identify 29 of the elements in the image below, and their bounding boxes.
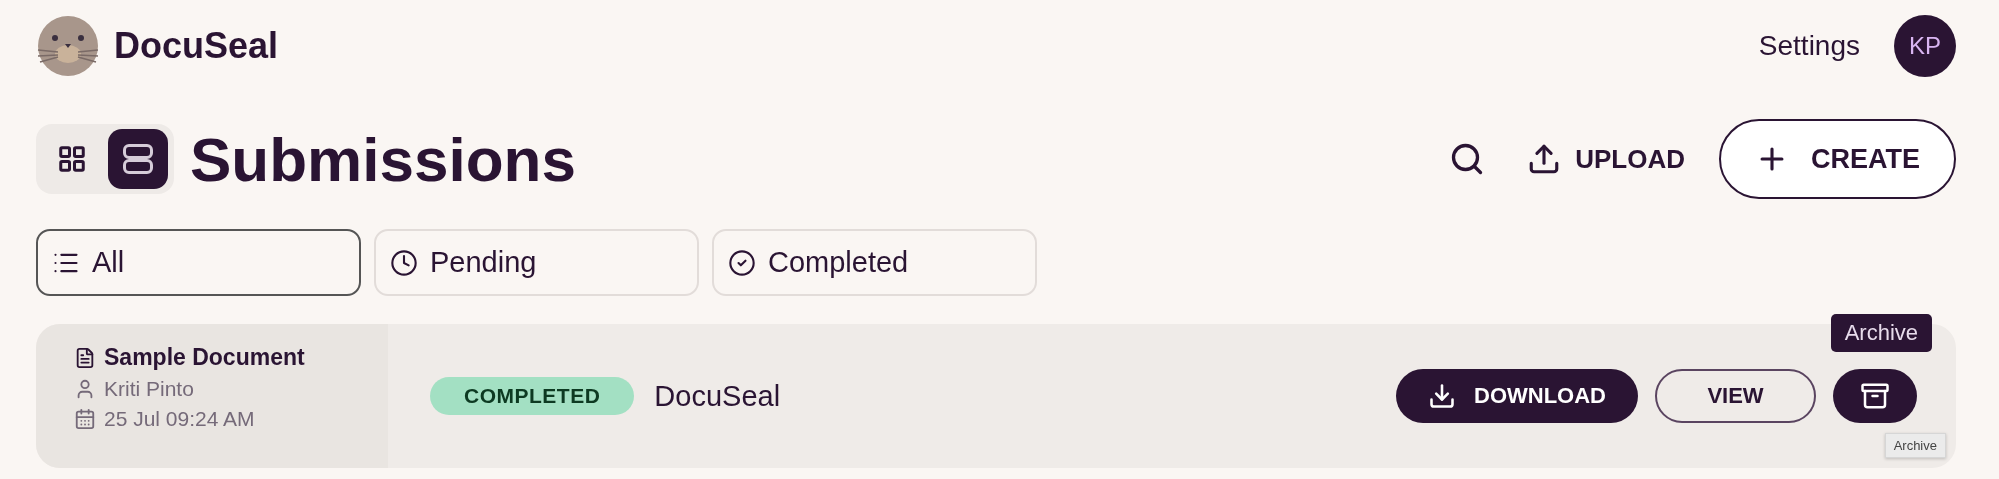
archive-icon	[1860, 381, 1890, 411]
create-button[interactable]: CREATE	[1719, 119, 1956, 199]
rows-icon	[120, 141, 156, 177]
status-badge: COMPLETED	[430, 377, 635, 415]
tooltip: Archive	[1830, 314, 1932, 352]
brand-name: DocuSeal	[114, 25, 279, 67]
page-title: Submissions	[190, 123, 576, 195]
download-button[interactable]: DOWNLOAD	[1396, 369, 1638, 423]
grid-icon	[57, 144, 87, 174]
calendar-icon	[74, 408, 96, 430]
document-icon	[74, 346, 96, 369]
list-view-button[interactable]	[108, 129, 168, 189]
submission-name: DocuSeal	[654, 379, 781, 413]
check-circle-icon	[728, 248, 756, 277]
user-avatar[interactable]: KP	[1894, 15, 1956, 77]
submitter-name: Kriti Pinto	[104, 377, 194, 401]
seal-logo-icon	[36, 14, 100, 78]
submission-date: 25 Jul 09:24 AM	[104, 407, 255, 431]
settings-link[interactable]: Settings	[1758, 30, 1860, 62]
view-button[interactable]: VIEW	[1655, 369, 1816, 423]
document-name[interactable]: Sample Document	[104, 344, 305, 371]
filter-tab[interactable]: All	[36, 229, 361, 296]
tooltip: Archive	[1884, 433, 1946, 458]
upload-button[interactable]: UPLOAD	[1527, 142, 1685, 176]
archive-button[interactable]	[1833, 369, 1917, 423]
filter-tab[interactable]: Pending	[374, 229, 699, 296]
download-icon	[1428, 382, 1456, 410]
filter-tab[interactable]: Completed	[712, 229, 1037, 296]
clock-icon	[390, 248, 418, 277]
